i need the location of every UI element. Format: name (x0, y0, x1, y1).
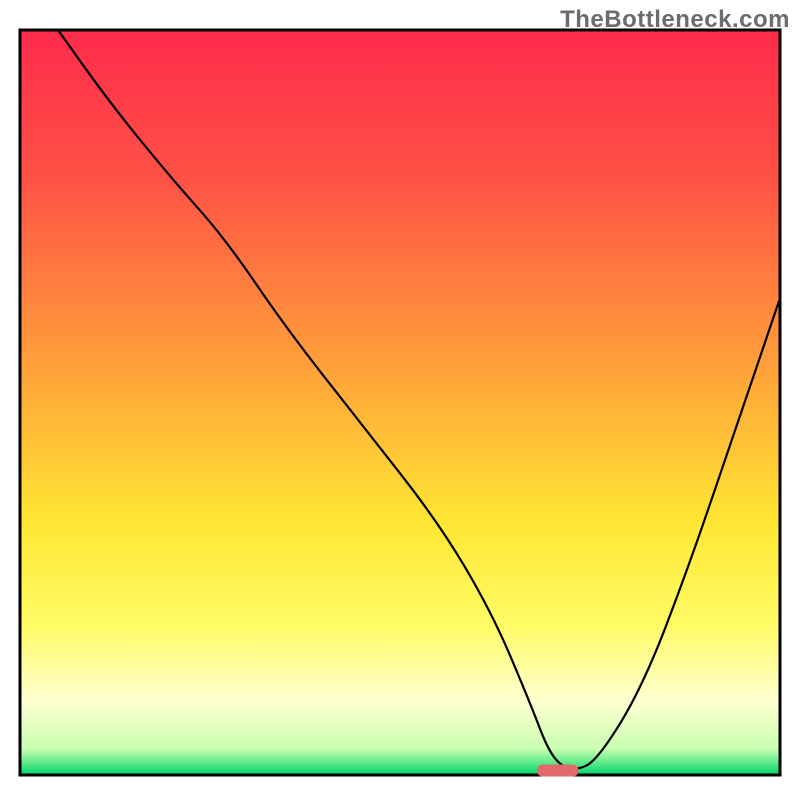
optimal-marker (537, 765, 579, 777)
bottleneck-chart (0, 0, 800, 800)
plot-area (20, 30, 780, 777)
chart-stage: TheBottleneck.com (0, 0, 800, 800)
gradient-background (20, 30, 780, 775)
